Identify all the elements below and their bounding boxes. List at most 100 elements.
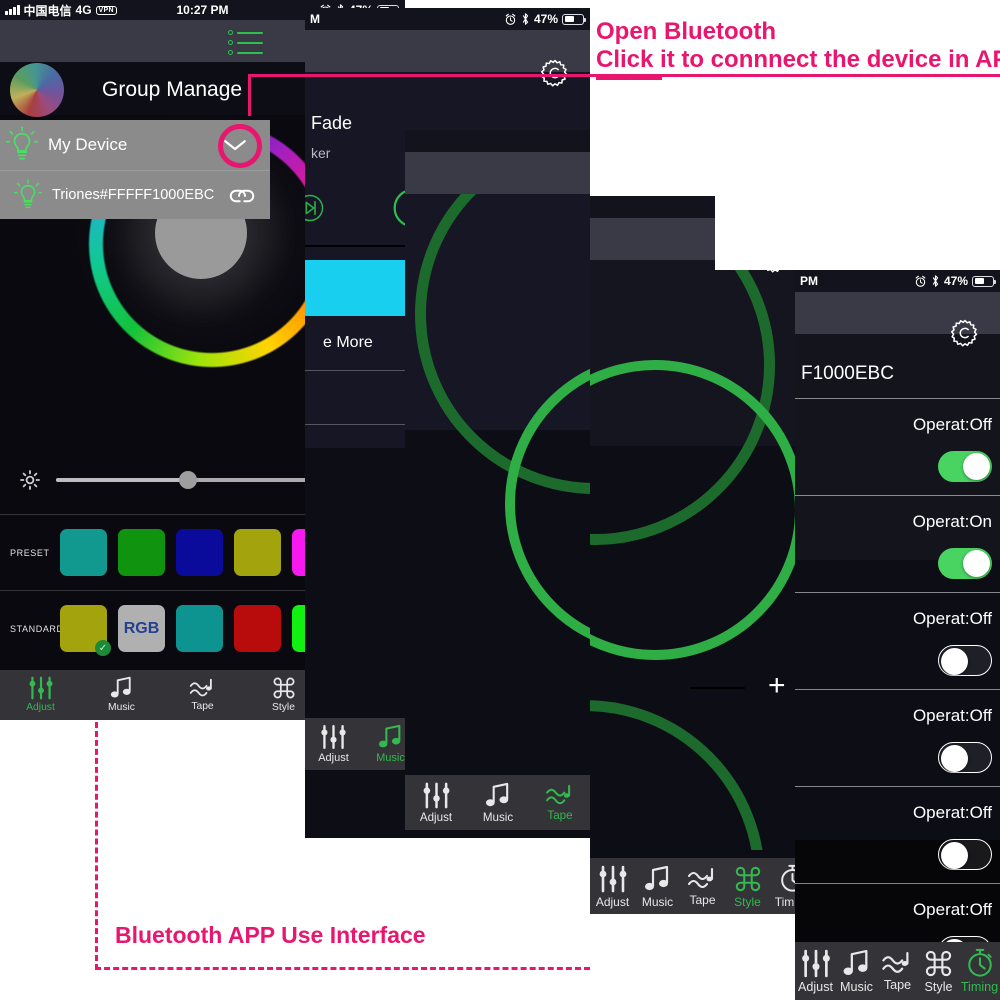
timer-operation-label: Operat:On bbox=[912, 512, 992, 531]
gear-icon[interactable] bbox=[540, 58, 570, 88]
tab-music[interactable]: Music bbox=[81, 676, 162, 713]
tab-timing[interactable]: Timing bbox=[959, 948, 1000, 994]
timer-toggle[interactable] bbox=[938, 742, 992, 773]
color-swatch[interactable] bbox=[60, 529, 107, 576]
tab-tape[interactable]: Tape bbox=[680, 867, 725, 906]
music-note-icon bbox=[643, 865, 673, 893]
device-name: My Device bbox=[48, 135, 128, 154]
color-wheel-avatar bbox=[10, 63, 64, 117]
color-swatch[interactable] bbox=[234, 605, 281, 652]
track-name: e More bbox=[323, 334, 373, 351]
timer-row[interactable]: Operat:Off bbox=[795, 398, 1000, 495]
tab-adjust[interactable]: Adjust bbox=[590, 865, 635, 908]
timer-toggle[interactable] bbox=[938, 548, 992, 579]
toggle-knob bbox=[941, 842, 968, 869]
bulb-icon bbox=[14, 179, 42, 212]
prev-track-icon[interactable] bbox=[305, 193, 325, 223]
style-mini-slider[interactable] bbox=[690, 687, 745, 689]
color-swatch[interactable] bbox=[118, 529, 165, 576]
device-row-my-device[interactable]: My Device bbox=[0, 120, 270, 170]
device-row-triones[interactable]: Triones#FFFFF1000EBC bbox=[0, 170, 270, 219]
sliders-icon bbox=[799, 949, 833, 978]
timer-row[interactable]: Operat:Off bbox=[795, 592, 1000, 689]
bottom-callout-vertical bbox=[95, 722, 98, 970]
toggle-knob bbox=[941, 745, 968, 772]
link-icon[interactable] bbox=[227, 187, 257, 205]
sliders-icon bbox=[319, 724, 348, 750]
timer-row[interactable]: Operat:Off bbox=[795, 689, 1000, 786]
timer-toggle[interactable] bbox=[938, 839, 992, 870]
timer-toggle[interactable] bbox=[938, 645, 992, 676]
spacer-mask bbox=[405, 0, 590, 8]
bottom-callout-horizontal bbox=[95, 967, 590, 970]
bottom-white-3 bbox=[590, 914, 795, 1000]
color-swatch[interactable] bbox=[234, 529, 281, 576]
wave-note-icon bbox=[881, 951, 915, 976]
tab-label: Music bbox=[376, 752, 405, 764]
color-swatch[interactable]: ✓ bbox=[60, 605, 111, 656]
tab-label: Style bbox=[924, 979, 953, 994]
tab-music[interactable]: Music bbox=[467, 782, 529, 824]
brightness-low-icon bbox=[18, 468, 42, 492]
gear-icon[interactable] bbox=[950, 318, 980, 348]
tab-adjust[interactable]: Adjust bbox=[305, 724, 362, 764]
sliders-icon bbox=[27, 676, 55, 700]
group-list-icon[interactable] bbox=[228, 30, 263, 55]
color-swatch[interactable] bbox=[176, 529, 223, 576]
timer-operation-label: Operat:Off bbox=[912, 706, 992, 725]
brightness-slider[interactable] bbox=[56, 471, 343, 489]
tab-style[interactable]: Style bbox=[725, 865, 770, 908]
tab-music[interactable]: Music bbox=[836, 949, 877, 994]
annotation-top-line2: Click it to connnect the device in APP bbox=[596, 46, 1000, 73]
check-icon: ✓ bbox=[95, 640, 111, 656]
tab-label: Tape bbox=[191, 700, 214, 712]
status-bar-timing: PM 47% bbox=[795, 270, 1000, 292]
timer-row[interactable]: Operat:On bbox=[795, 495, 1000, 592]
tabbar-style[interactable]: Adjust Music Tape Style Timing bbox=[590, 858, 815, 914]
tab-label: Adjust bbox=[26, 702, 55, 714]
tab-label: Tape bbox=[689, 892, 716, 907]
color-swatch[interactable]: RGB bbox=[118, 605, 165, 652]
style-ring-bottom bbox=[590, 700, 765, 850]
network-label: 4G bbox=[75, 3, 92, 17]
battery-icon bbox=[972, 275, 996, 287]
timer-row[interactable]: Operat:Off bbox=[795, 786, 1000, 883]
tabbar-timing[interactable]: Adjust Music Tape Style Timing bbox=[795, 942, 1000, 1000]
tab-label: Tape bbox=[547, 808, 573, 822]
tab-tape[interactable]: Tape bbox=[877, 951, 918, 992]
carrier-label: 中国电信 bbox=[23, 3, 72, 18]
tab-adjust[interactable]: Adjust bbox=[0, 676, 81, 713]
style-ring-region[interactable] bbox=[590, 260, 815, 850]
tab-tape[interactable]: Tape bbox=[162, 678, 243, 712]
timer-operation-label: Operat:Off bbox=[912, 609, 992, 628]
wave-note-icon bbox=[189, 678, 217, 699]
sliders-icon bbox=[421, 782, 452, 809]
command-icon bbox=[924, 949, 953, 978]
tab-label: Adjust bbox=[318, 752, 349, 764]
standard-label: STANDARD bbox=[10, 623, 64, 634]
brightness-thumb[interactable] bbox=[179, 471, 198, 489]
toggle-knob bbox=[941, 648, 968, 675]
tab-label: Adjust bbox=[419, 810, 453, 824]
plus-icon[interactable]: + bbox=[768, 671, 786, 701]
tab-label: Tape bbox=[883, 977, 912, 992]
bulb-icon bbox=[6, 126, 38, 164]
alarm-clock-icon bbox=[914, 275, 927, 288]
wave-note-icon bbox=[687, 867, 719, 891]
preset-label: PRESET bbox=[10, 547, 50, 558]
color-swatch[interactable] bbox=[176, 605, 223, 652]
tab-music[interactable]: Music bbox=[635, 865, 680, 908]
style-ring-inner bbox=[590, 360, 805, 660]
tab-tape[interactable]: Tape bbox=[529, 784, 591, 822]
annotation-leader-vertical bbox=[248, 74, 251, 116]
tab-adjust[interactable]: Adjust bbox=[405, 782, 467, 824]
device-name: Triones#FFFFF1000EBC bbox=[52, 187, 215, 203]
tab-adjust[interactable]: Adjust bbox=[795, 949, 836, 994]
vpn-badge: VPN bbox=[95, 5, 117, 15]
tab-label: Adjust bbox=[797, 979, 833, 994]
tab-style[interactable]: Style bbox=[918, 949, 959, 994]
music-note-icon bbox=[377, 724, 405, 750]
timer-toggle[interactable] bbox=[938, 451, 992, 482]
panel-style: 47% + AdjustMusicTapeStyleTiming bbox=[590, 196, 815, 914]
stopwatch-icon bbox=[966, 948, 994, 978]
